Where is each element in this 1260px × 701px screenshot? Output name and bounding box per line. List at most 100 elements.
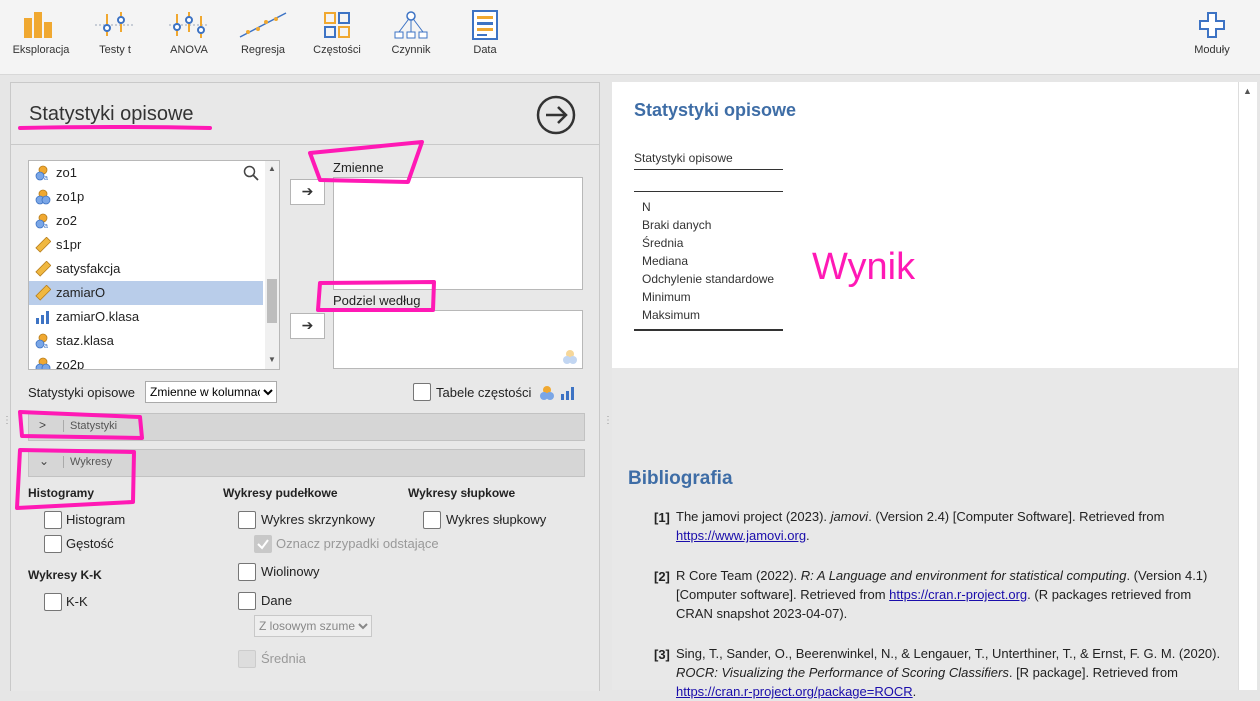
toolbar-exploration-button[interactable]: Eksploracja xyxy=(6,10,76,56)
reference-1: The jamovi project (2023). jamovi. (Vers… xyxy=(676,507,1228,545)
scroll-up-icon[interactable]: ▲ xyxy=(1243,86,1252,96)
histogram-label: Histogram xyxy=(66,512,126,527)
reference-link[interactable]: https://cran.r-project.org xyxy=(889,587,1027,602)
nominal-variable-icon: a xyxy=(35,165,48,181)
list-item[interactable]: zo2p xyxy=(29,353,263,369)
svg-text:a: a xyxy=(44,343,48,349)
split-by-target-box[interactable] xyxy=(333,310,583,369)
frequency-tables-checkbox[interactable] xyxy=(413,383,431,401)
nominal-variable-icon xyxy=(540,386,554,400)
checkmark-icon xyxy=(257,539,269,550)
bar-plots-header: Wykresy słupkowe xyxy=(408,486,516,500)
stat-row-label: Minimum xyxy=(642,290,691,304)
ref-title: jamovi xyxy=(830,509,869,524)
bar-plot-checkbox[interactable] xyxy=(423,511,441,529)
factor-icon xyxy=(394,11,428,39)
ref-text: The jamovi project (2023). xyxy=(676,509,831,524)
table-caption: Statystyki opisowe xyxy=(634,151,733,165)
arrow-right-circle-icon[interactable] xyxy=(536,95,576,135)
ordinal-variable-icon xyxy=(36,311,49,324)
toolbar-ttest-button[interactable]: Testy t xyxy=(80,10,150,56)
left-splitter-handle[interactable]: ⋮ xyxy=(2,416,12,426)
toolbar-factor-button[interactable]: Czynnik xyxy=(376,10,446,56)
mean-checkbox[interactable] xyxy=(238,650,256,668)
plots-section-toggle[interactable]: ⌄ Wykresy xyxy=(28,449,585,477)
mean-label: Średnia xyxy=(261,651,306,666)
continuous-variable-icon xyxy=(35,285,51,301)
nominal-variable-icon: a xyxy=(35,333,48,349)
descriptives-layout-select[interactable]: Zmienne w kolumnach xyxy=(145,381,277,403)
stat-row-label: Średnia xyxy=(642,236,684,250)
list-item[interactable]: zo1p xyxy=(29,185,263,209)
list-item[interactable]: satysfakcja xyxy=(29,257,263,281)
move-to-variables-button[interactable]: ➔ xyxy=(290,179,325,205)
results-output: Statystyki opisowe Statystyki opisowe N … xyxy=(612,82,1238,368)
variables-box-label: Zmienne xyxy=(333,160,384,175)
reference-number: [2] xyxy=(654,569,670,584)
nominal-variable-icon xyxy=(35,189,51,205)
violin-checkbox[interactable] xyxy=(238,563,256,581)
toolbar-frequencies-button[interactable]: Częstości xyxy=(302,10,372,56)
list-item[interactable]: a zo2 xyxy=(29,209,263,233)
ref-text: Sing, T., Sander, O., Beerenwinkel, N., … xyxy=(676,646,1221,661)
stat-row-label: Odchylenie standardowe xyxy=(642,272,775,286)
histogram-checkbox[interactable] xyxy=(44,511,62,529)
analysis-options-panel: Statystyki opisowe a zo1 zo1p a zo2 s1pr… xyxy=(10,82,600,691)
variable-name: zo1p xyxy=(56,189,85,204)
bibliography-title: Bibliografia xyxy=(628,468,733,489)
plus-icon xyxy=(1199,12,1225,38)
nominal-variable-icon: a xyxy=(35,213,48,229)
scroll-thumb[interactable] xyxy=(267,279,277,323)
reference-2: R Core Team (2022). R: A Language and en… xyxy=(676,566,1228,623)
scroll-down-icon[interactable]: ▼ xyxy=(268,355,276,364)
variable-list[interactable]: a zo1 zo1p a zo2 s1pr satysfakcja zamiar… xyxy=(28,160,280,370)
results-title: Statystyki opisowe xyxy=(634,100,797,120)
ref-text: . [R package]. Retrieved from xyxy=(1008,665,1178,680)
list-scrollbar[interactable]: ▲ ▼ xyxy=(265,161,279,369)
stat-row-label: Maksimum xyxy=(642,308,701,322)
toolbar-regression-button[interactable]: Regresja xyxy=(228,10,298,56)
ordinal-variable-icon xyxy=(561,387,574,400)
divider xyxy=(11,144,599,145)
table-rule xyxy=(634,169,783,170)
svg-text:a: a xyxy=(44,223,48,229)
section-label: Wykresy xyxy=(63,456,112,468)
histograms-header: Histogramy xyxy=(28,486,95,500)
list-item[interactable]: a staz.klasa xyxy=(29,329,263,353)
frequencies-icon xyxy=(324,12,350,38)
box-plot-checkbox[interactable] xyxy=(238,511,256,529)
chevron-right-icon: > xyxy=(39,418,47,432)
toolbar-label: Eksploracja xyxy=(12,44,70,56)
toolbar-label: Regresja xyxy=(240,44,286,56)
search-icon[interactable] xyxy=(243,165,259,181)
results-scrollbar[interactable]: ▲ xyxy=(1238,82,1257,690)
modules-button[interactable]: Moduły xyxy=(1177,10,1247,56)
qq-checkbox[interactable] xyxy=(44,593,62,611)
variable-name: zamiarO.klasa xyxy=(56,309,140,324)
reference-link[interactable]: https://cran.r-project.org/package=ROCR xyxy=(676,684,913,699)
statistics-section-toggle[interactable]: > Statystyki xyxy=(28,413,585,441)
toolbar-label: Data xyxy=(473,44,497,56)
qq-label: K-K xyxy=(66,594,88,609)
section-label: Statystyki xyxy=(63,420,117,432)
list-item-selected[interactable]: zamiarO xyxy=(29,281,263,305)
list-item[interactable]: a zo1 xyxy=(29,161,263,185)
list-item[interactable]: zamiarO.klasa xyxy=(29,305,263,329)
label-outliers-checkbox[interactable] xyxy=(254,535,272,553)
stat-row-label: Mediana xyxy=(642,254,689,268)
reference-link[interactable]: https://www.jamovi.org xyxy=(676,528,806,543)
table-rule xyxy=(634,329,783,331)
ref-text: . xyxy=(912,684,917,699)
toolbar-label: Testy t xyxy=(99,44,131,56)
move-to-split-button[interactable]: ➔ xyxy=(290,313,325,339)
toolbar-anova-button[interactable]: ANOVA xyxy=(154,10,224,56)
scroll-up-icon[interactable]: ▲ xyxy=(268,164,276,173)
data-jitter-select[interactable]: Z losowym szumem xyxy=(254,615,372,637)
ref-title: R: A Language and environment for statis… xyxy=(800,568,1127,583)
variables-target-box[interactable] xyxy=(333,177,583,290)
toolbar-data-button[interactable]: Data xyxy=(450,10,520,56)
list-item[interactable]: s1pr xyxy=(29,233,263,257)
density-checkbox[interactable] xyxy=(44,535,62,553)
data-checkbox[interactable] xyxy=(238,592,256,610)
t-test-icon xyxy=(95,12,135,36)
